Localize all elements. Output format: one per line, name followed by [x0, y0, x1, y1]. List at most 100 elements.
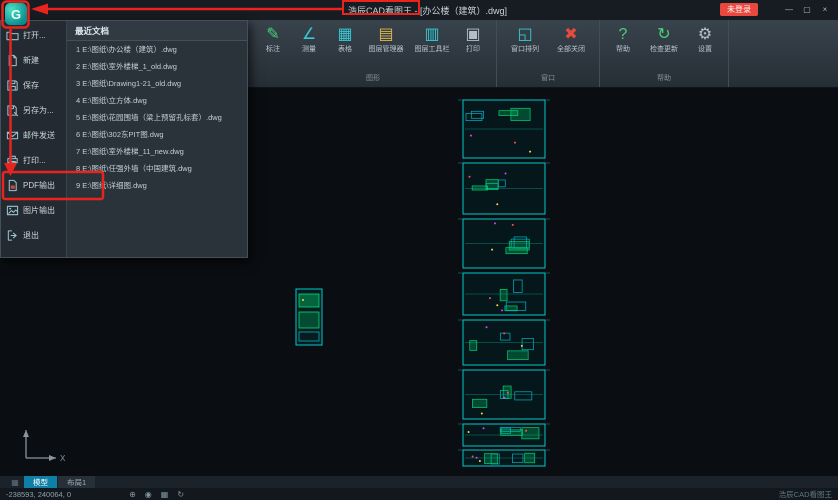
menu-item-new-label: 新建: [23, 55, 39, 66]
new-file-icon: [6, 54, 19, 67]
save-icon: [6, 79, 19, 92]
realtime-zoom-icon[interactable]: ◉: [145, 490, 152, 499]
recent-file-item[interactable]: 8 E:\图纸\任强外墙（中国建筑.dwg: [67, 160, 247, 177]
recent-file-item[interactable]: 3 E:\图纸\Drawing1-21_old.dwg: [67, 75, 247, 92]
settings-label: 设置: [698, 45, 712, 54]
zoom-extents-icon[interactable]: ⊕: [129, 490, 136, 499]
status-quick-tools: ⊕ ◉ ▦ ↻: [129, 490, 184, 499]
menu-item-email-send[interactable]: 邮件发送: [1, 123, 66, 148]
recent-file-item[interactable]: 1 E:\图纸\办公楼（建筑）.dwg: [67, 41, 247, 58]
minimize-button[interactable]: —: [780, 2, 798, 17]
menu-item-save-as-label: 另存为...: [23, 105, 54, 116]
ribbon-group-label-drawing: 图形: [255, 70, 491, 87]
status-bar: -238593, 240064, 0 ⊕ ◉ ▦ ↻ 浩辰CAD看图王: [0, 488, 838, 500]
grid-toggle-icon[interactable]: ▦: [161, 490, 169, 499]
recent-documents-header: 最近文档: [67, 21, 247, 41]
svg-text:X: X: [60, 454, 66, 463]
menu-item-print-label: 打印...: [23, 155, 46, 166]
login-button[interactable]: 未登录: [720, 3, 758, 16]
window-arrange-icon: ◱: [517, 25, 532, 45]
image-export-icon: [6, 204, 19, 217]
table-button[interactable]: ▦ 表格: [327, 23, 363, 70]
measure-label: 测量: [302, 45, 316, 54]
print-button[interactable]: ▣ 打印: [455, 23, 491, 70]
layer-manager-button[interactable]: ▤ 图层管理器: [363, 23, 409, 70]
recent-file-item[interactable]: 6 E:\图纸\302东PIT图.dwg: [67, 126, 247, 143]
help-label: 帮助: [616, 45, 630, 54]
save-as-icon: [6, 104, 19, 117]
maximize-button[interactable]: ▢: [798, 2, 816, 17]
tab-layout1[interactable]: 布局1: [58, 476, 95, 488]
app-logo[interactable]: G: [5, 3, 27, 25]
menu-item-image-export[interactable]: 图片输出: [1, 198, 66, 223]
close-button[interactable]: ×: [816, 2, 834, 17]
print-label: 打印: [466, 45, 480, 54]
layer-manager-icon: ▤: [378, 25, 393, 45]
check-update-label: 检查更新: [650, 45, 678, 54]
window-title: 浩辰CAD看图王 - [办公楼（建筑）.dwg]: [348, 4, 507, 17]
settings-button[interactable]: ⚙ 设置: [687, 23, 723, 70]
ribbon-group-drawing: ✎ 标注 ∠ 测量 ▦ 表格 ▤ 图层管理器 ▥ 图层工具栏: [250, 20, 497, 87]
menu-item-pdf-export-label: PDF输出: [23, 180, 55, 191]
window-arrange-label: 窗口排列: [511, 45, 539, 54]
ribbon-group-window: ◱ 窗口排列 ✖ 全部关闭 窗口: [497, 20, 600, 87]
tab-model[interactable]: 模型: [24, 476, 57, 488]
menu-item-exit-label: 退出: [23, 230, 39, 241]
layer-toolbar-label: 图层工具栏: [415, 45, 450, 54]
statusbar-brand: 浩辰CAD看图王: [779, 489, 832, 500]
menu-item-email-send-label: 邮件发送: [23, 130, 55, 141]
close-all-label: 全部关闭: [557, 45, 585, 54]
layer-toolbar-button[interactable]: ▥ 图层工具栏: [409, 23, 455, 70]
menu-item-save[interactable]: 保存: [1, 73, 66, 98]
layer-toolbar-icon: ▥: [424, 25, 439, 45]
title-bar: 浩辰CAD看图王 - [办公楼（建筑）.dwg] 未登录 — ▢ ×: [0, 0, 838, 20]
layout-tab-bar: ▦ 模型 布局1: [0, 476, 838, 488]
ribbon-group-label-window: 窗口: [502, 70, 594, 87]
exit-icon: [6, 229, 19, 242]
ribbon-group-help: ? 帮助 ↻ 检查更新 ⚙ 设置 帮助: [600, 20, 729, 87]
print-icon: [6, 154, 19, 167]
gear-icon: ⚙: [698, 25, 712, 45]
menu-item-new[interactable]: 新建: [1, 48, 66, 73]
recent-documents-panel: 最近文档 1 E:\图纸\办公楼（建筑）.dwg 2 E:\图纸\室外楼梯_1_…: [67, 21, 247, 257]
layout-grid-icon: ▦: [6, 476, 24, 488]
help-button[interactable]: ? 帮助: [605, 23, 641, 70]
window-arrange-button[interactable]: ◱ 窗口排列: [502, 23, 548, 70]
layer-manager-label: 图层管理器: [369, 45, 404, 54]
measure-button[interactable]: ∠ 测量: [291, 23, 327, 70]
app-window: X 浩辰CAD看图王 - [办公楼（建筑）.dwg] 未登录 — ▢ × G ✎…: [0, 0, 838, 500]
table-label: 表格: [338, 45, 352, 54]
help-icon: ?: [619, 25, 628, 45]
recent-file-item[interactable]: 5 E:\图纸\花园围墙（梁上预留孔标套）.dwg: [67, 109, 247, 126]
ribbon-group-label-help: 帮助: [605, 70, 723, 87]
printer-icon: ▣: [465, 25, 480, 45]
application-menu: 打开... 新建 保存 另存为... 邮件发送 打印...: [0, 20, 248, 258]
recent-file-item[interactable]: 4 E:\图纸\立方体.dwg: [67, 92, 247, 109]
window-title-app: 浩辰CAD看图王: [348, 6, 412, 16]
annotate-button[interactable]: ✎ 标注: [255, 23, 291, 70]
annotate-label: 标注: [266, 45, 280, 54]
menu-item-print[interactable]: 打印...: [1, 148, 66, 173]
application-menu-commands: 打开... 新建 保存 另存为... 邮件发送 打印...: [1, 21, 67, 257]
window-controls: — ▢ ×: [780, 2, 834, 17]
annotate-icon: ✎: [266, 25, 279, 45]
menu-item-pdf-export[interactable]: PDF输出: [1, 173, 66, 198]
pdf-export-icon: [6, 179, 19, 192]
menu-item-save-as[interactable]: 另存为...: [1, 98, 66, 123]
menu-item-save-label: 保存: [23, 80, 39, 91]
close-all-icon: ✖: [564, 25, 577, 45]
cursor-coordinates: -238593, 240064, 0: [6, 490, 71, 499]
window-title-file: - [办公楼（建筑）.dwg]: [412, 6, 507, 16]
check-update-button[interactable]: ↻ 检查更新: [641, 23, 687, 70]
recent-file-item[interactable]: 9 E:\图纸\详细图.dwg: [67, 177, 247, 194]
regen-icon[interactable]: ↻: [177, 490, 184, 499]
recent-file-item[interactable]: 2 E:\图纸\室外楼梯_1_old.dwg: [67, 58, 247, 75]
app-logo-icon: G: [11, 7, 21, 22]
table-icon: ▦: [337, 25, 352, 45]
menu-item-open[interactable]: 打开...: [1, 23, 66, 48]
menu-item-exit[interactable]: 退出: [1, 223, 66, 248]
measure-icon: ∠: [302, 25, 316, 45]
close-all-button[interactable]: ✖ 全部关闭: [548, 23, 594, 70]
recent-file-item[interactable]: 7 E:\图纸\室外楼梯_11_new.dwg: [67, 143, 247, 160]
folder-open-icon: [6, 29, 19, 42]
